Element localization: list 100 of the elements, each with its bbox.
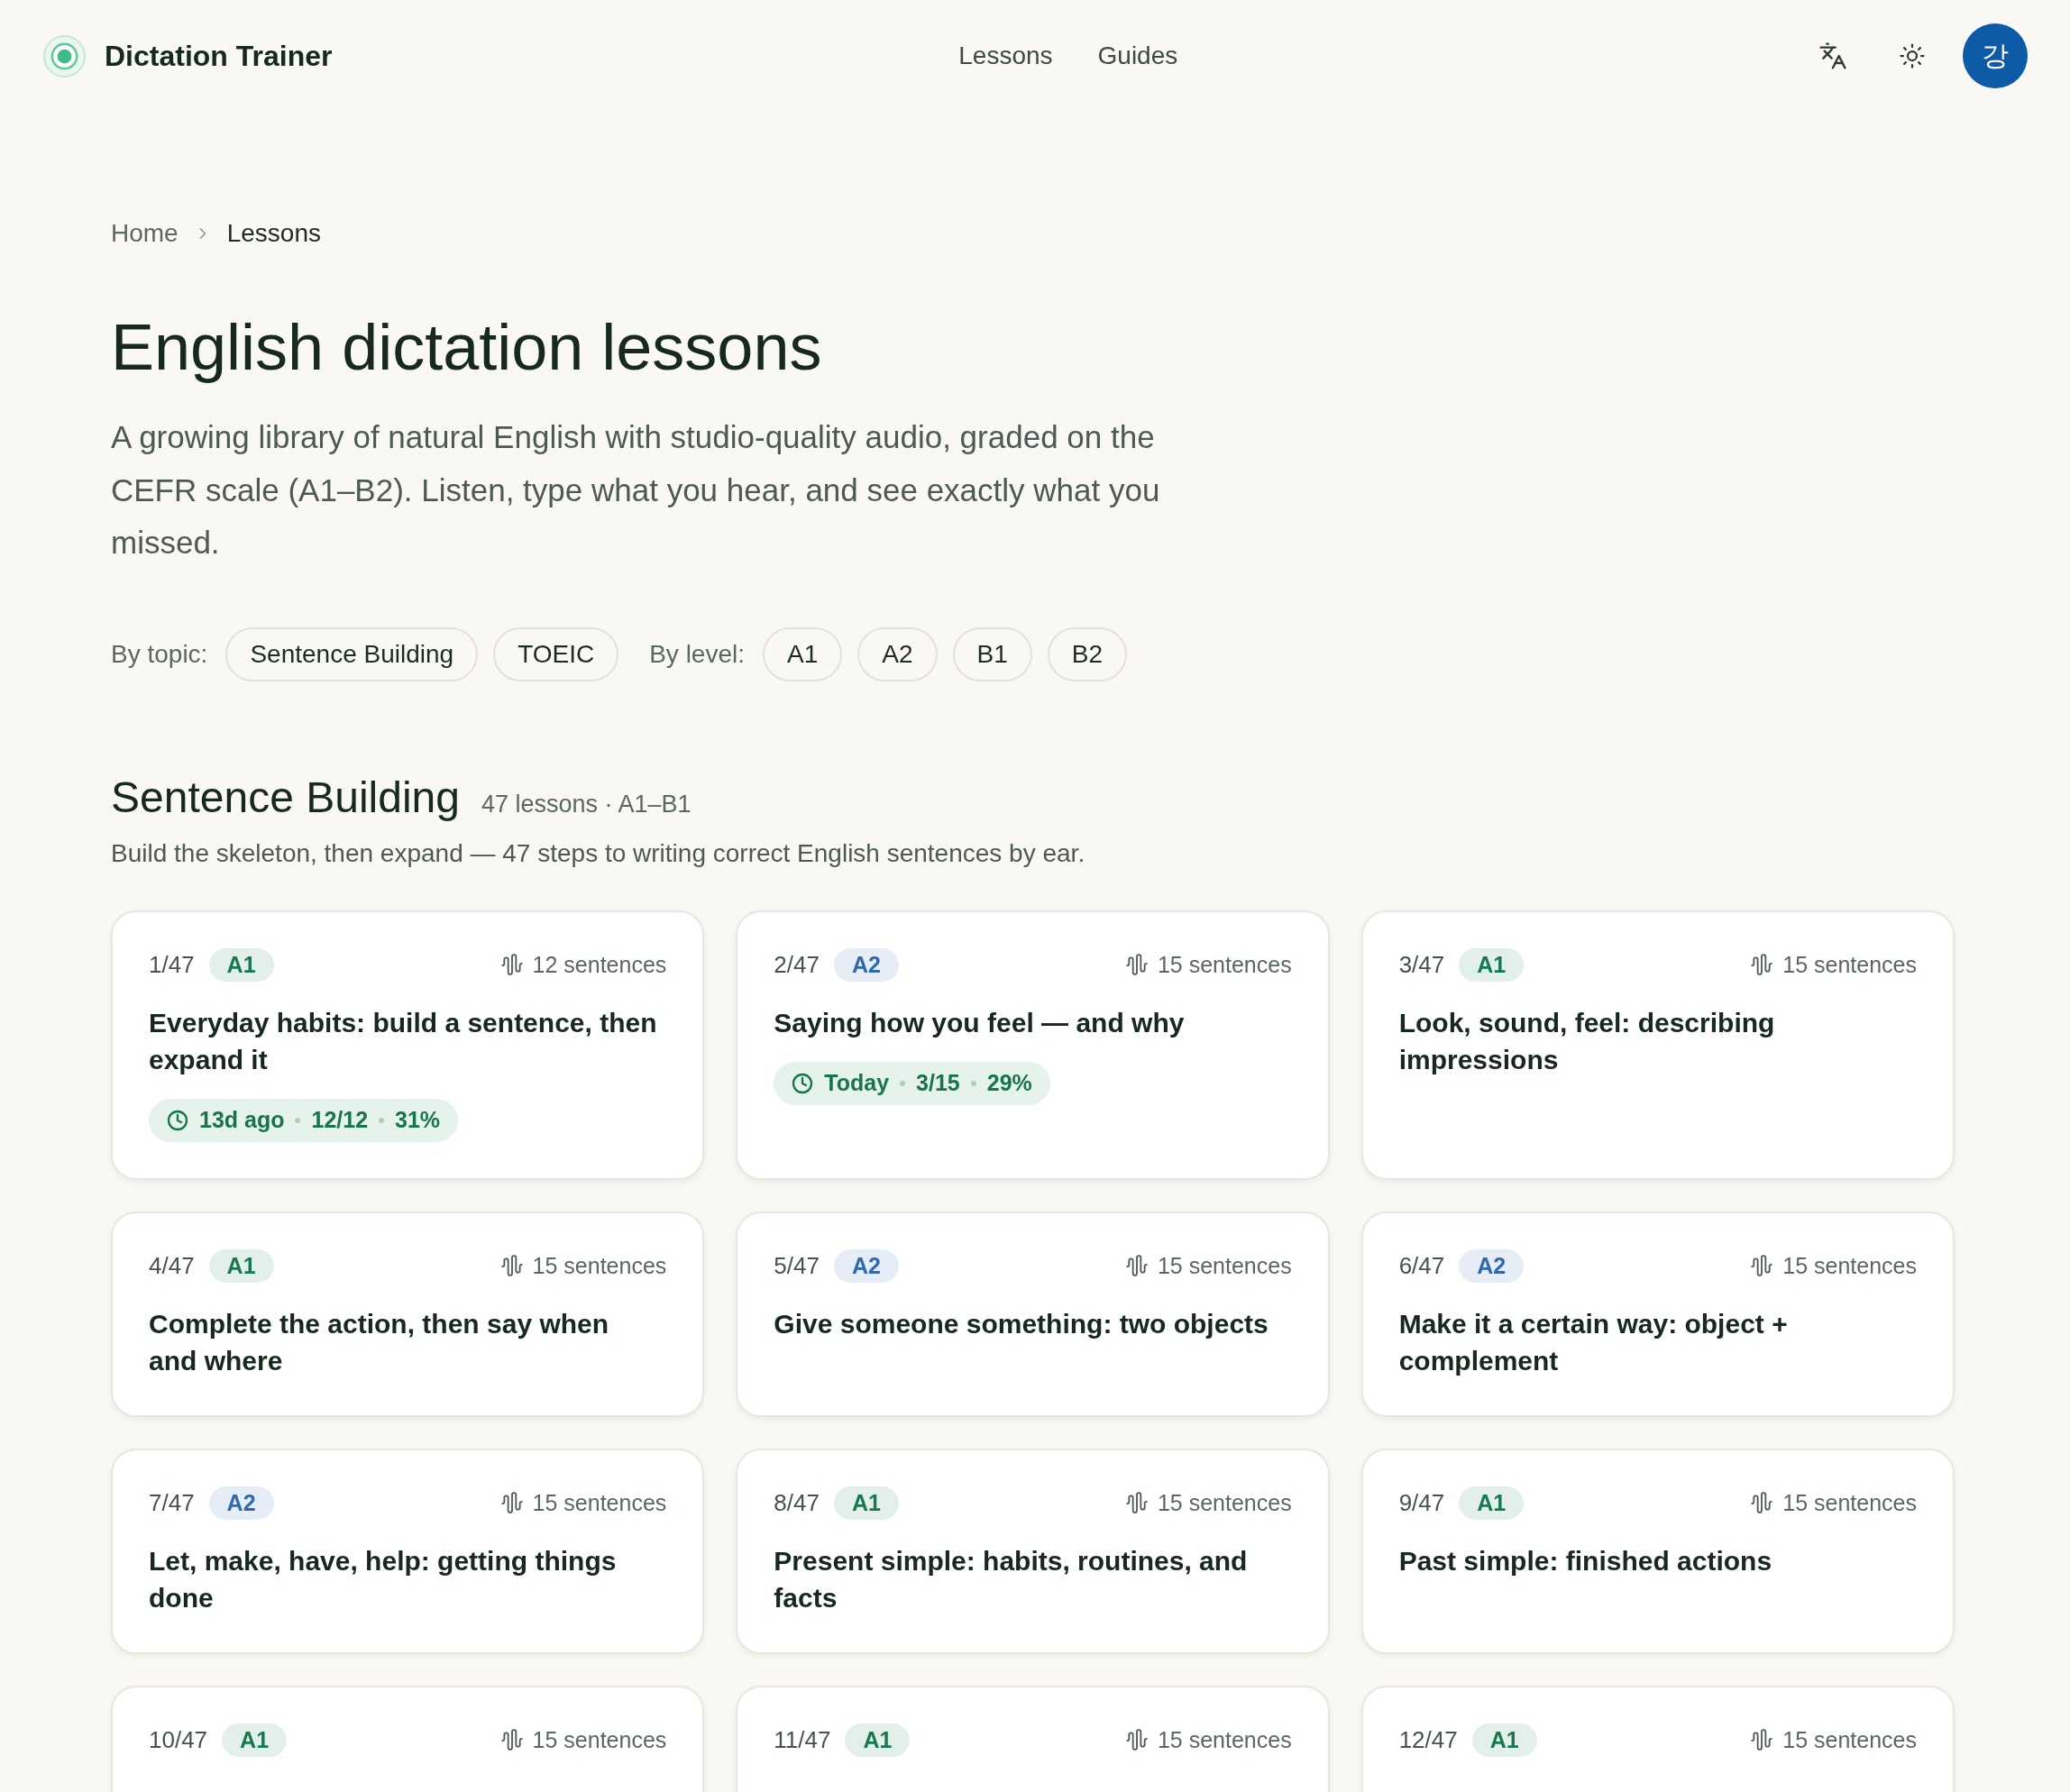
lesson-title: Past simple: finished actions xyxy=(1398,1544,1772,1577)
sentence-count: 12 sentences xyxy=(532,951,667,978)
sentence-count: 15 sentences xyxy=(1157,1252,1292,1279)
breadcrumb-link[interactable]: Lessons xyxy=(226,219,321,248)
waveform-icon xyxy=(499,1491,524,1514)
lesson-number: 11/47 xyxy=(774,1725,831,1754)
filter-label: By topic: xyxy=(111,639,208,669)
lesson-card[interactable]: 7/47 A2 15 sentences Let, make, have, help: getting things done xyxy=(111,1448,705,1654)
lesson-number: 10/47 xyxy=(149,1725,208,1754)
app-title: Dictation Trainer xyxy=(105,39,333,73)
sentence-count: 15 sentences xyxy=(532,1726,667,1753)
score-text: 29% xyxy=(986,1070,1032,1096)
separator-dot-icon xyxy=(379,1117,385,1123)
level-tag: A1 xyxy=(208,947,274,982)
nav-link[interactable]: Guides xyxy=(1097,41,1178,70)
sentence-count: 15 sentences xyxy=(1782,1726,1917,1753)
lesson-number: 4/47 xyxy=(149,1251,195,1280)
sentence-count: 15 sentences xyxy=(1157,951,1292,978)
separator-dot-icon xyxy=(970,1080,976,1086)
sentence-count: 15 sentences xyxy=(1782,951,1917,978)
level-tag: A2 xyxy=(208,1486,274,1520)
sun-icon xyxy=(1899,42,1926,69)
lesson-card[interactable]: 9/47 A1 15 sentences Past simple: finished actions xyxy=(1360,1448,1955,1654)
level-tag: A1 xyxy=(1459,947,1525,982)
filter-chip[interactable]: Sentence Building xyxy=(225,626,479,681)
lesson-number: 2/47 xyxy=(774,950,820,979)
lesson-card[interactable]: 10/47 A1 15 sentences xyxy=(111,1685,705,1792)
lesson-number: 8/47 xyxy=(774,1488,820,1517)
waveform-icon xyxy=(1124,1491,1149,1514)
sentence-count: 15 sentences xyxy=(1782,1489,1917,1516)
lesson-number: 1/47 xyxy=(149,950,195,979)
waveform-icon xyxy=(1124,1728,1149,1751)
filter-chip[interactable]: B2 xyxy=(1047,626,1127,681)
lesson-card[interactable]: 6/47 A2 15 sentences Make it a certain way: object + complement xyxy=(1360,1211,1955,1417)
lesson-number: 3/47 xyxy=(1398,950,1445,979)
level-tag: A1 xyxy=(1471,1723,1537,1757)
lesson-card[interactable]: 11/47 A1 15 sentences xyxy=(736,1685,1330,1792)
level-tag: A1 xyxy=(208,1248,274,1283)
waveform-icon xyxy=(1750,953,1774,976)
section-meta: 47 lessons · A1–B1 xyxy=(481,790,692,818)
waveform-icon xyxy=(499,1728,524,1751)
level-tag: A2 xyxy=(833,947,899,982)
waveform-icon xyxy=(1750,1491,1774,1514)
lesson-title: Look, sound, feel: describing impressions xyxy=(1398,1006,1776,1076)
separator-dot-icon xyxy=(295,1117,301,1123)
level-tag: A1 xyxy=(1459,1486,1525,1520)
lesson-number: 6/47 xyxy=(1398,1251,1445,1280)
last-practiced-text: 13d ago xyxy=(199,1107,285,1133)
lesson-number: 5/47 xyxy=(774,1251,820,1280)
waveform-icon xyxy=(1750,1728,1774,1751)
lesson-title: Complete the action, then say when and where xyxy=(149,1307,610,1377)
waveform-icon xyxy=(1124,953,1149,976)
lesson-title: Make it a certain way: object + complement xyxy=(1398,1307,1789,1377)
lesson-title: Everyday habits: build a sentence, then expand it xyxy=(149,1006,658,1076)
lesson-title: Let, make, have, help: getting things done xyxy=(149,1544,618,1614)
sentence-count: 15 sentences xyxy=(532,1252,667,1279)
last-practiced-text: Today xyxy=(824,1070,890,1096)
lesson-number: 12/47 xyxy=(1398,1725,1458,1754)
lesson-title: Give someone something: two objects xyxy=(774,1307,1269,1340)
clock-icon xyxy=(167,1109,188,1131)
lesson-card[interactable]: 1/47 A1 12 sentences Everyday habits: build a sentence, then expand it 13d ago 12/12 31% xyxy=(111,910,705,1180)
separator-dot-icon xyxy=(900,1080,906,1086)
sentence-count: 15 sentences xyxy=(1782,1252,1917,1279)
section-title: Sentence Building xyxy=(111,772,460,823)
sentence-count: 15 sentences xyxy=(1157,1726,1292,1753)
level-tag: A2 xyxy=(833,1248,899,1283)
logo-icon xyxy=(43,34,86,78)
clock-icon xyxy=(792,1072,814,1094)
filter-chip[interactable]: A2 xyxy=(857,626,938,681)
translate-icon xyxy=(1818,41,1847,70)
lesson-title: Saying how you feel — and why xyxy=(774,1006,1185,1039)
section-description: Build the skeleton, then expand — 47 steps to writing correct English sentences by ear. xyxy=(111,837,1086,869)
level-tag: A1 xyxy=(845,1723,911,1757)
page-intro: A growing library of natural English with studio-quality audio, graded on the CEFR scale (A1–B2). Listen, type what you hear, and see exactly what you missed. xyxy=(111,418,1161,562)
nav-link[interactable]: Lessons xyxy=(958,41,1053,70)
lesson-card[interactable]: 2/47 A2 15 sentences Saying how you feel — and why Today 3/15 29% xyxy=(736,910,1330,1180)
filter-chip[interactable]: TOEIC xyxy=(493,626,619,681)
page-title: English dictation lessons xyxy=(111,310,823,385)
level-tag: A1 xyxy=(222,1723,288,1757)
lesson-card[interactable]: 12/47 A1 15 sentences xyxy=(1360,1685,1955,1792)
sentence-count: 15 sentences xyxy=(1157,1489,1292,1516)
waveform-icon xyxy=(1124,1254,1149,1277)
breadcrumb-link[interactable]: Home xyxy=(111,219,179,248)
sentences-done-text: 3/15 xyxy=(916,1070,960,1096)
lesson-card[interactable]: 4/47 A1 15 sentences Complete the action, then say when and where xyxy=(111,1211,705,1417)
lesson-number: 7/47 xyxy=(149,1488,195,1517)
waveform-icon xyxy=(499,953,524,976)
lesson-card[interactable]: 8/47 A1 15 sentences Present simple: habits, routines, and facts xyxy=(736,1448,1330,1654)
level-tag: A1 xyxy=(833,1486,899,1520)
filter-chip[interactable]: B1 xyxy=(952,626,1032,681)
lesson-card[interactable]: 3/47 A1 15 sentences Look, sound, feel: describing impressions xyxy=(1360,910,1955,1180)
filter-chip[interactable]: A1 xyxy=(763,626,843,681)
lesson-card[interactable]: 5/47 A2 15 sentences Give someone something: two objects xyxy=(736,1211,1330,1417)
lesson-number: 9/47 xyxy=(1398,1488,1445,1517)
level-tag: A2 xyxy=(1459,1248,1525,1283)
avatar[interactable]: 강 xyxy=(1963,23,2028,88)
score-text: 31% xyxy=(395,1107,441,1133)
lesson-title: Present simple: habits, routines, and facts xyxy=(774,1544,1249,1614)
waveform-icon xyxy=(499,1254,524,1277)
sentences-done-text: 12/12 xyxy=(311,1107,369,1133)
